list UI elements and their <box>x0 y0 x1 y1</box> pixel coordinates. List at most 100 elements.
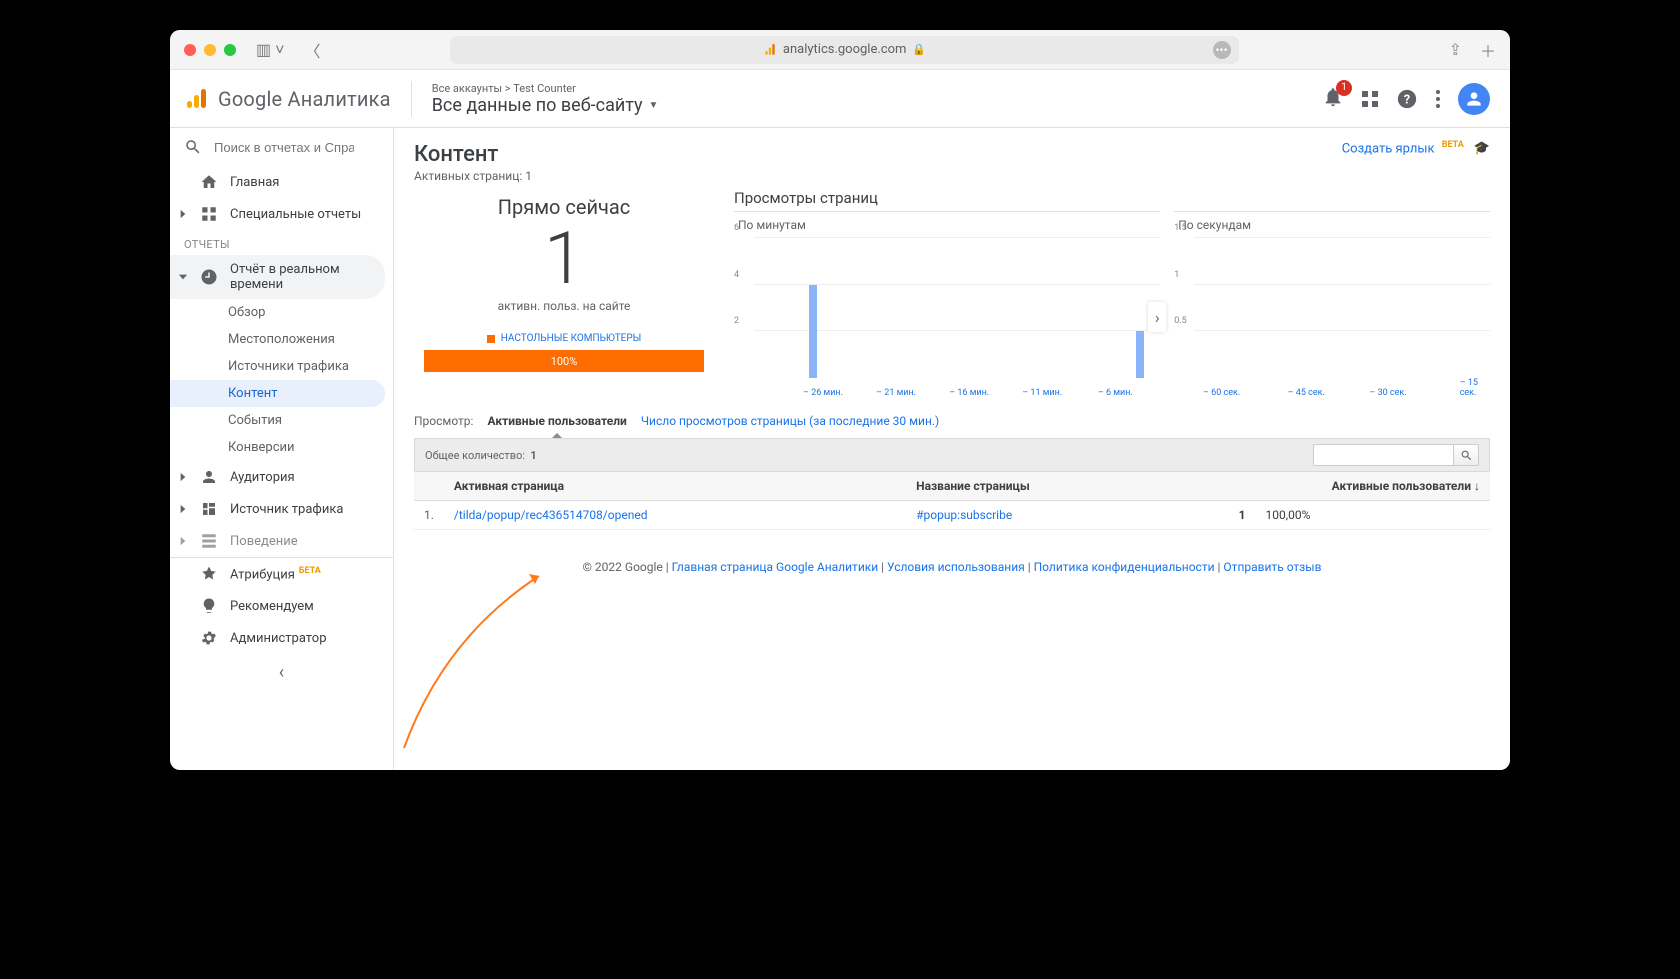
chart-next-icon[interactable]: › <box>1148 302 1166 332</box>
page-title: Контент <box>414 142 1490 167</box>
realtime-group: Отчёт в реальном времени ОбзорМестополож… <box>170 255 393 461</box>
table-search-input[interactable] <box>1313 444 1453 466</box>
th-active-users[interactable]: Активные пользователи ↓ <box>1195 472 1490 501</box>
nav-realtime-5[interactable]: Конверсии <box>170 434 393 461</box>
device-legend: НАСТОЛЬНЫЕ КОМПЬЮТЕРЫ <box>414 333 714 344</box>
charts-block: Просмотры страниц По минутам › 246– 26 м… <box>734 189 1490 398</box>
ga-header: Google Аналитика Все аккаунты > Test Cou… <box>170 70 1510 128</box>
nav-realtime[interactable]: Отчёт в реальном времени <box>170 255 385 299</box>
nav-custom-reports[interactable]: Специальные отчеты <box>170 198 393 230</box>
lock-icon: 🔒 <box>912 43 926 56</box>
content: Создать ярлык BETA 🎓 Контент Активных ст… <box>394 128 1510 770</box>
totals-label: Общее количество: 1 <box>425 449 537 462</box>
education-icon[interactable]: 🎓 <box>1474 141 1490 156</box>
minimize-dot[interactable] <box>204 44 216 56</box>
person-icon <box>200 468 218 486</box>
chevron-down-icon <box>176 270 190 284</box>
chart-minutes-label: По минутам <box>734 218 1160 232</box>
footer: © 2022 Google | Главная страница Google … <box>414 530 1490 604</box>
charts-title: Просмотры страниц <box>734 189 1490 207</box>
create-shortcut-link[interactable]: Создать ярлык BETA <box>1342 140 1464 156</box>
mac-toolbar: ▥ ˅ 〈 analytics.google.com 🔒 ••• ⇪ ＋ <box>170 30 1510 70</box>
search-icon <box>1460 449 1473 462</box>
table-search-button[interactable] <box>1453 444 1479 466</box>
collapse-sidebar-button[interactable]: ‹ <box>170 654 393 691</box>
chart-seconds: По секундам 0.511.5– 60 сек.– 45 сек.– 3… <box>1174 211 1490 398</box>
nav-attribution[interactable]: АтрибуцияБЕТА <box>170 558 393 590</box>
th-active-page[interactable]: Активная страница <box>444 472 906 501</box>
page-actions: Создать ярлык BETA 🎓 <box>1342 140 1490 156</box>
account-avatar[interactable] <box>1458 83 1490 115</box>
traffic-lights <box>184 44 236 56</box>
nav-admin[interactable]: Администратор <box>170 622 393 654</box>
more-menu-icon[interactable] <box>1436 90 1440 108</box>
dashboard-icon <box>200 205 218 223</box>
help-icon[interactable]: ? <box>1396 88 1418 110</box>
footer-link[interactable]: Отправить отзыв <box>1223 560 1321 574</box>
footer-link[interactable]: Условия использования <box>887 560 1025 574</box>
url-text: analytics.google.com <box>783 42 907 57</box>
page-path-link[interactable]: /tilda/popup/rec436514708/opened <box>444 501 906 530</box>
footer-link[interactable]: Политика конфиденциальности <box>1034 560 1215 574</box>
legend-swatch <box>487 335 495 343</box>
url-bar[interactable]: analytics.google.com 🔒 ••• <box>450 36 1238 64</box>
share-icon[interactable]: ⇪ <box>1449 40 1462 59</box>
chevron-right-icon <box>176 534 190 548</box>
nav-acquisition[interactable]: Источник трафика <box>170 493 393 525</box>
active-pages-count: Активных страниц: 1 <box>414 169 1490 183</box>
chevron-down-icon: ▼ <box>649 100 659 111</box>
page-title-link[interactable]: #popup:subscribe <box>906 501 1195 530</box>
view-name: Все данные по веб-сайту ▼ <box>432 95 659 116</box>
footer-link[interactable]: Главная страница Google Аналитики <box>672 560 878 574</box>
totals-bar: Общее количество: 1 <box>414 438 1490 472</box>
svg-text:?: ? <box>1404 92 1410 107</box>
apps-icon[interactable] <box>1362 91 1378 107</box>
account-selector[interactable]: Все аккаунты > Test Counter Все данные п… <box>432 82 659 116</box>
clock-icon <box>200 268 218 286</box>
view-tabs: Просмотр: Активные пользователи Число пр… <box>414 412 1490 430</box>
nav-recommendations[interactable]: Рекомендуем <box>170 590 393 622</box>
chart-area-minutes: › 246– 26 мин.– 21 мин.– 16 мин.– 11 мин… <box>734 238 1160 398</box>
acquisition-icon <box>200 500 218 518</box>
chart-area-seconds: 0.511.5– 60 сек.– 45 сек.– 30 сек.– 15 с… <box>1174 238 1490 398</box>
nav-home[interactable]: Главная <box>170 166 393 198</box>
back-button[interactable]: 〈 <box>304 38 320 62</box>
sidebar-toggle-icon[interactable]: ▥ ˅ <box>256 40 284 60</box>
product-name: Google Аналитика <box>218 87 391 111</box>
nav-realtime-4[interactable]: События <box>170 407 393 434</box>
chart-minutes: По минутам › 246– 26 мин.– 21 мин.– 16 м… <box>734 211 1160 398</box>
chevron-right-icon <box>176 470 190 484</box>
active-pages-table: Активная страница Название страницы Акти… <box>414 472 1490 530</box>
header-actions: 1 ? <box>1322 83 1490 115</box>
right-now-card: Прямо сейчас 1 активн. польз. на сайте Н… <box>414 189 714 398</box>
zoom-dot[interactable] <box>224 44 236 56</box>
beta-badge: БЕТА <box>299 566 321 576</box>
search-input[interactable] <box>214 140 354 155</box>
reader-icon[interactable]: ••• <box>1213 41 1231 59</box>
close-dot[interactable] <box>184 44 196 56</box>
nav-realtime-3[interactable]: Контент <box>170 380 385 407</box>
new-tab-icon[interactable]: ＋ <box>1480 38 1496 62</box>
nav-audience[interactable]: Аудитория <box>170 461 393 493</box>
table-row[interactable]: 1. /tilda/popup/rec436514708/opened #pop… <box>414 501 1490 530</box>
sidebar-search[interactable] <box>170 128 393 166</box>
nav-behavior[interactable]: Поведение <box>170 525 393 557</box>
notifications-button[interactable]: 1 <box>1322 86 1344 112</box>
account-breadcrumb: Все аккаунты > Test Counter <box>432 82 659 95</box>
th-page-title[interactable]: Название страницы <box>906 472 1195 501</box>
ga-body: Главная Специальные отчеты ОТЧЕТЫ Отчёт … <box>170 128 1510 770</box>
search-icon <box>184 138 202 156</box>
tab-pageviews[interactable]: Число просмотров страницы (за последние … <box>641 412 939 430</box>
view-label: Просмотр: <box>414 414 473 428</box>
sidebar-bottom: АтрибуцияБЕТА Рекомендуем Администратор … <box>170 557 393 691</box>
ga-logo[interactable]: Google Аналитика <box>184 87 391 111</box>
gear-icon <box>200 629 218 647</box>
sidebar: Главная Специальные отчеты ОТЧЕТЫ Отчёт … <box>170 128 394 770</box>
separator <box>411 81 412 117</box>
tab-active-users[interactable]: Активные пользователи <box>487 412 626 430</box>
nav-realtime-2[interactable]: Источники трафика <box>170 353 393 380</box>
chart-seconds-label: По секундам <box>1174 218 1490 232</box>
nav-realtime-0[interactable]: Обзор <box>170 299 393 326</box>
nav-realtime-1[interactable]: Местоположения <box>170 326 393 353</box>
person-icon <box>1464 89 1484 109</box>
